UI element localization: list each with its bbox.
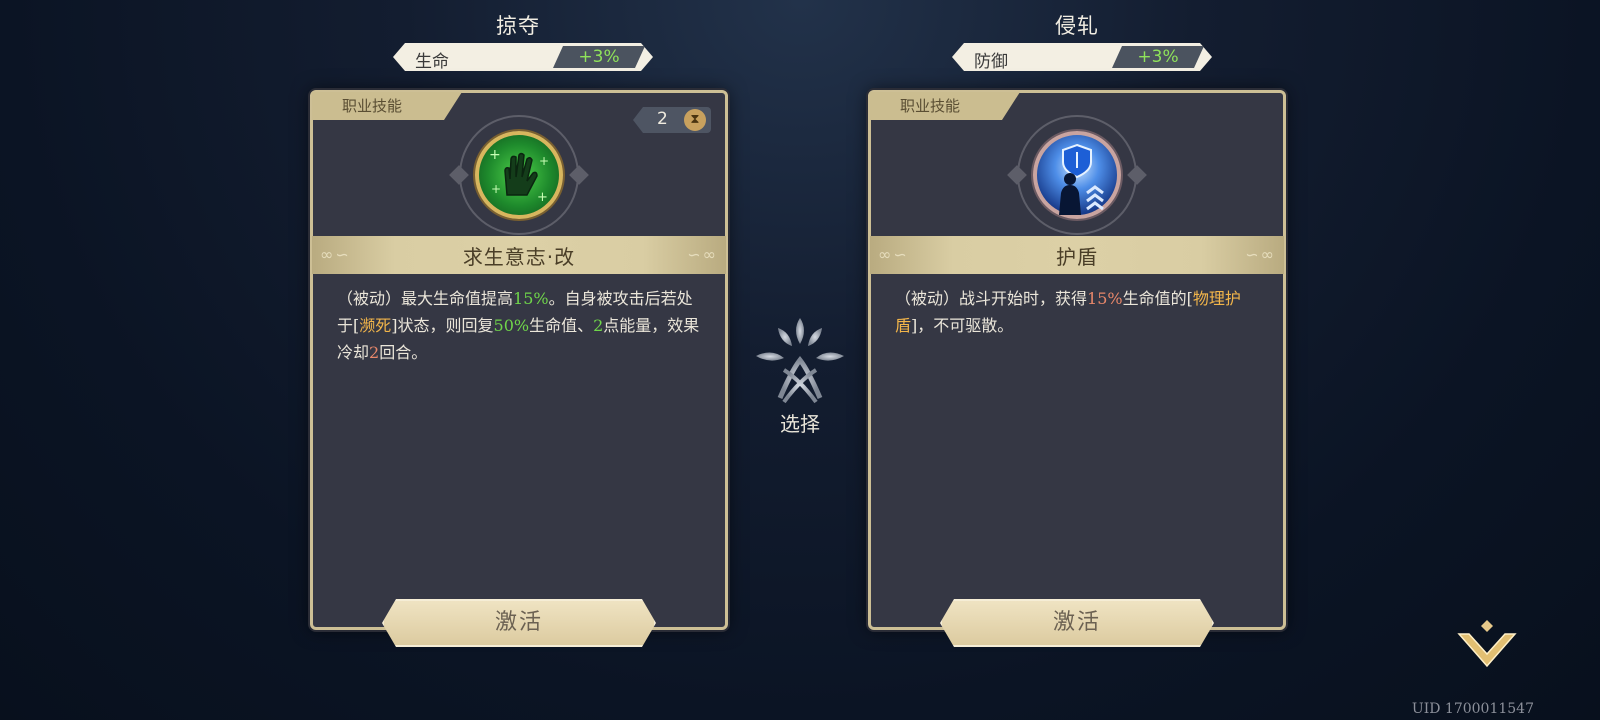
left-cooldown-badge: 2 ⧗ [633, 107, 711, 133]
right-skill-name: 护盾 [1056, 245, 1098, 269]
left-skill-emblem: + + + + [449, 115, 589, 235]
right-stat-label: 防御 [974, 52, 1008, 72]
left-skill-name: 求生意志·改 [462, 245, 576, 269]
left-skill-description: （被动）最大生命值提高15%。自身被攻击后若处于[濒死]状态，则回复50%生命值… [337, 289, 700, 362]
right-card-tag: 职业技能 [870, 92, 1020, 120]
tree-leaves-emblem-icon [750, 310, 850, 410]
left-stat-bar: 生命 +3% [393, 43, 653, 71]
choose-label: 选择 [780, 412, 820, 436]
left-path-title: 掠夺 [496, 14, 540, 38]
right-skill-card[interactable]: 职业技能 ∞∽ ∽∞ 护盾 （被动）战斗开始时，获得15%生命值的[物理护盾]，… [868, 90, 1286, 630]
right-stat-value: +3% [1112, 46, 1204, 68]
left-stat-label: 生命 [415, 52, 449, 72]
chevron-down-icon[interactable] [1455, 618, 1519, 674]
green-hand-regeneration-icon: + + + + [475, 131, 563, 219]
right-stat-bar: 防御 +3% [952, 43, 1212, 71]
svg-text:+: + [491, 182, 501, 196]
right-skill-name-band: ∞∽ ∽∞ 护盾 [870, 236, 1284, 274]
right-skill-emblem [1007, 115, 1147, 235]
blue-shield-figure-icon [1033, 131, 1121, 219]
right-path-title: 侵轧 [1055, 14, 1099, 38]
left-skill-card[interactable]: 职业技能 2 ⧗ + + + + ∞∽ ∽∞ 求生意志·改 （被动）最大生命值提… [310, 90, 728, 630]
svg-text:+: + [489, 147, 501, 163]
left-stat-value: +3% [553, 46, 645, 68]
left-skill-name-band: ∞∽ ∽∞ 求生意志·改 [312, 236, 726, 274]
left-cooldown-value: 2 [657, 109, 668, 129]
left-card-tag: 职业技能 [312, 92, 462, 120]
hourglass-icon: ⧗ [684, 109, 706, 131]
left-activate-button[interactable]: 激活 [382, 599, 656, 647]
svg-text:+: + [537, 190, 548, 205]
svg-text:+: + [539, 154, 549, 168]
uid-label: UID 1700011547 [1411, 701, 1534, 717]
right-skill-description: （被动）战斗开始时，获得15%生命值的[物理护盾]，不可驱散。 [895, 289, 1241, 335]
right-activate-button[interactable]: 激活 [940, 599, 1214, 647]
